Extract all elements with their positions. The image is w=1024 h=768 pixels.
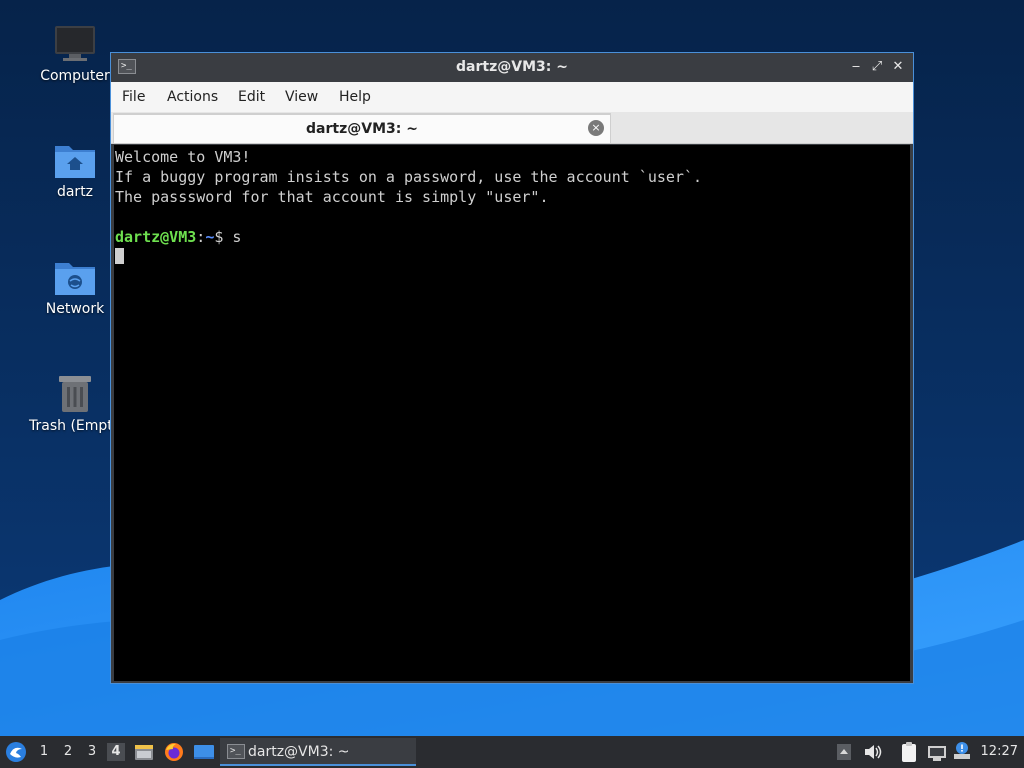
- tab-bar: dartz@VM3: ~ ×: [111, 112, 913, 144]
- notification-icon[interactable]: [953, 741, 973, 765]
- minimize-button[interactable]: ‒: [847, 58, 865, 76]
- tab-label: dartz@VM3: ~: [306, 121, 418, 137]
- window-titlebar[interactable]: >_ dartz@VM3: ~ ‒ ⤢ ✕: [111, 53, 913, 82]
- prompt-path: ~: [205, 228, 215, 246]
- workspace-4[interactable]: 4: [107, 743, 125, 761]
- command-input[interactable]: s: [232, 228, 241, 246]
- clock[interactable]: 12:27: [981, 744, 1018, 759]
- prompt-symbol: $: [214, 228, 233, 246]
- menu-file[interactable]: File: [122, 89, 145, 105]
- volume-icon[interactable]: [863, 743, 883, 765]
- maximize-button[interactable]: ⤢: [868, 58, 886, 76]
- terminal-app-icon: >_: [227, 744, 245, 759]
- close-button[interactable]: ✕: [889, 58, 907, 76]
- home-folder-icon: [53, 140, 97, 180]
- menu-actions[interactable]: Actions: [167, 89, 218, 105]
- tray-arrow-icon[interactable]: [836, 743, 852, 765]
- taskbar: 1 2 3 4 >_ dartz@VM3: ~ 12:27: [0, 736, 1024, 768]
- text-cursor: [115, 248, 124, 264]
- trash-icon: [53, 374, 97, 414]
- prompt-separator: :: [196, 228, 206, 246]
- tab-terminal[interactable]: dartz@VM3: ~ ×: [113, 113, 611, 143]
- terminal-line: The passsword for that account is simply…: [115, 188, 549, 206]
- network-status-icon[interactable]: [927, 742, 947, 766]
- file-manager-icon[interactable]: [134, 742, 154, 766]
- workspace-3[interactable]: 3: [83, 743, 101, 761]
- computer-icon: [53, 24, 97, 64]
- network-folder-icon: [53, 257, 97, 297]
- window-title: dartz@VM3: ~: [456, 59, 568, 75]
- clipboard-icon[interactable]: [900, 741, 918, 767]
- menu-help[interactable]: Help: [339, 89, 371, 105]
- workspace-2[interactable]: 2: [59, 743, 77, 761]
- terminal-line: Welcome to VM3!: [115, 148, 251, 166]
- menu-bar: File Actions Edit View Help: [111, 82, 913, 112]
- menu-view[interactable]: View: [285, 89, 318, 105]
- terminal-window: >_ dartz@VM3: ~ ‒ ⤢ ✕ File Actions Edit …: [110, 52, 914, 684]
- terminal-output[interactable]: Welcome to VM3! If a buggy program insis…: [114, 145, 910, 681]
- terminal-line: If a buggy program insists on a password…: [115, 168, 702, 186]
- prompt-user: dartz@VM3: [115, 228, 197, 246]
- task-button-terminal[interactable]: >_ dartz@VM3: ~: [220, 738, 416, 766]
- task-button-label: dartz@VM3: ~: [248, 744, 350, 760]
- firefox-icon[interactable]: [164, 742, 184, 766]
- tab-close-icon[interactable]: ×: [588, 120, 604, 136]
- menu-edit[interactable]: Edit: [238, 89, 265, 105]
- app-menu-icon[interactable]: [5, 741, 27, 763]
- show-desktop-icon[interactable]: [193, 742, 215, 766]
- workspace-1[interactable]: 1: [35, 743, 53, 761]
